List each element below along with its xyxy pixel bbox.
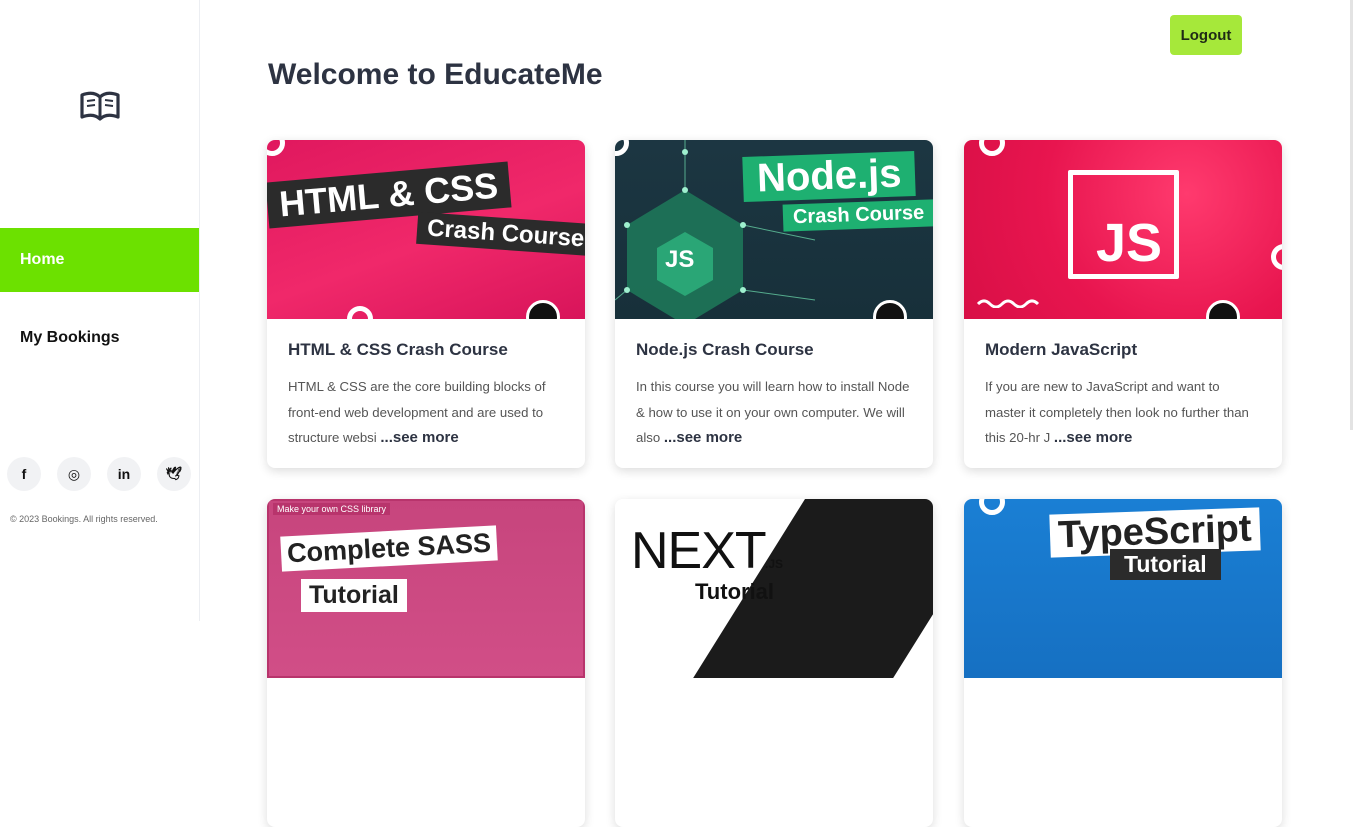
course-thumbnail: NEXT .JS Tutorial bbox=[615, 499, 933, 678]
sidebar: Home My Bookings f ◎ in 🕊 © 2023 Booking… bbox=[0, 0, 200, 621]
decor-ring bbox=[267, 140, 285, 156]
linkedin-icon[interactable]: in bbox=[107, 457, 141, 491]
wave-decoration bbox=[976, 299, 1040, 308]
course-thumbnail: JS Node.js Crash Course bbox=[615, 140, 933, 319]
open-book-icon bbox=[80, 91, 120, 121]
creator-badge bbox=[1206, 300, 1240, 319]
course-title: HTML & CSS Crash Course bbox=[288, 340, 508, 359]
thumbnail-subheadline: Tutorial bbox=[301, 579, 407, 612]
course-title: Node.js Crash Course bbox=[636, 340, 814, 359]
sidebar-item-label: My Bookings bbox=[20, 329, 120, 346]
course-description: In this course you will learn how to ins… bbox=[636, 374, 913, 451]
course-thumbnail: HTML & CSS Crash Course bbox=[267, 140, 585, 319]
see-more-link[interactable]: ...see more bbox=[664, 429, 742, 446]
course-card[interactable]: NEXT .JS Tutorial bbox=[615, 499, 933, 827]
thumbnail-headline: NEXT bbox=[631, 522, 767, 580]
decor-ring bbox=[347, 306, 373, 319]
course-thumbnail: Make your own CSS library Complete SASS … bbox=[267, 499, 585, 678]
decor-ring bbox=[979, 140, 1005, 156]
facebook-icon[interactable]: f bbox=[7, 457, 41, 491]
course-description: If you are new to JavaScript and want to… bbox=[985, 374, 1262, 451]
thumbnail-suffix: .JS bbox=[765, 557, 784, 571]
sidebar-item-my-bookings[interactable]: My Bookings bbox=[0, 306, 199, 370]
sidebar-item-label: Home bbox=[20, 251, 65, 268]
social-links: f ◎ in 🕊 bbox=[7, 457, 191, 491]
course-thumbnail: JS bbox=[964, 140, 1282, 319]
thumbnail-subheadline: Crash Course bbox=[782, 199, 933, 232]
twitter-icon[interactable]: 🕊 bbox=[157, 457, 191, 491]
hexagon-label: JS bbox=[665, 246, 695, 273]
thumbnail-headline: Node.js bbox=[742, 151, 917, 202]
course-thumbnail: TypeScript Tutorial bbox=[964, 499, 1282, 678]
decor-ring bbox=[979, 499, 1005, 515]
copyright-text: © 2023 Bookings. All rights reserved. bbox=[10, 514, 158, 524]
page-title: Welcome to EducateMe bbox=[268, 58, 603, 91]
decor-ring bbox=[1271, 244, 1282, 270]
instagram-icon[interactable]: ◎ bbox=[57, 457, 91, 491]
course-title: Modern JavaScript bbox=[985, 340, 1138, 359]
see-more-link[interactable]: ...see more bbox=[1054, 429, 1132, 446]
course-card[interactable]: Make your own CSS library Complete SASS … bbox=[267, 499, 585, 827]
thumbnail-headline: Complete SASS bbox=[280, 525, 498, 572]
thumbnail-subheadline: Crash Course bbox=[416, 211, 585, 257]
see-more-link[interactable]: ...see more bbox=[380, 429, 458, 446]
sidebar-item-home[interactable]: Home bbox=[0, 228, 199, 292]
thumbnail-subheadline: Tutorial bbox=[695, 579, 775, 604]
course-card[interactable]: TypeScript Tutorial bbox=[964, 499, 1282, 827]
creator-badge bbox=[526, 300, 560, 319]
thumbnail-subheadline: Tutorial bbox=[1110, 549, 1221, 580]
course-card[interactable]: HTML & CSS Crash Course HTML & CSS Crash… bbox=[267, 140, 585, 468]
course-card[interactable]: JS Node.js Crash Course Node.js Crash Co… bbox=[615, 140, 933, 468]
thumbnail-tag: Make your own CSS library bbox=[273, 503, 391, 515]
js-logo-text: JS bbox=[1096, 213, 1163, 273]
course-description: HTML & CSS are the core building blocks … bbox=[288, 374, 565, 451]
logout-button[interactable]: Logout bbox=[1170, 15, 1242, 55]
course-card[interactable]: JS Modern JavaScript If you are new to J… bbox=[964, 140, 1282, 468]
